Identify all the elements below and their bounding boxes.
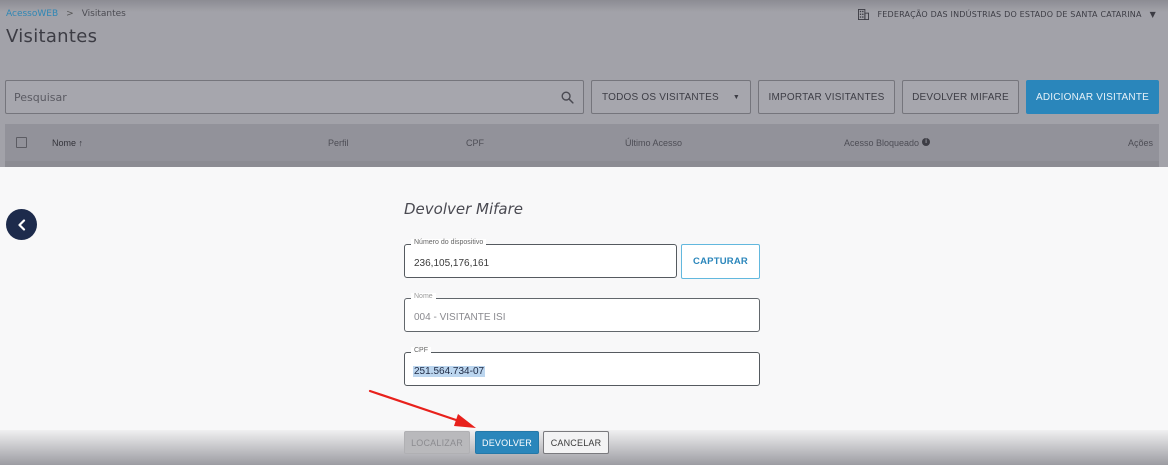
column-header-acesso-bloqueado[interactable]: Acesso Bloqueado i xyxy=(844,138,931,148)
search-input[interactable] xyxy=(6,81,583,113)
organization-selector[interactable]: FEDERAÇÃO DAS INDÚSTRIAS DO ESTADO DE SA… xyxy=(858,9,1156,20)
add-visitor-button[interactable]: ADICIONAR VISITANTE xyxy=(1026,80,1159,114)
filter-label: TODOS OS VISITANTES xyxy=(602,91,719,103)
cpf-label: CPF xyxy=(411,347,431,354)
column-header-perfil[interactable]: Perfil xyxy=(328,138,349,148)
return-button[interactable]: DEVOLVER xyxy=(475,431,539,454)
breadcrumb-separator: > xyxy=(66,9,74,19)
organization-name: FEDERAÇÃO DAS INDÚSTRIAS DO ESTADO DE SA… xyxy=(877,10,1142,19)
caret-down-icon: ▼ xyxy=(1149,10,1156,19)
modal-title: Devolver Mifare xyxy=(404,200,524,218)
name-field[interactable]: Nome 004 - VISITANTE ISI xyxy=(404,293,760,332)
column-header-acoes: Ações xyxy=(1127,138,1153,148)
visitor-filter-dropdown[interactable]: TODOS OS VISITANTES ▼ xyxy=(591,80,751,114)
cancel-button[interactable]: CANCELAR xyxy=(543,431,609,454)
device-number-value: 236,105,176,161 xyxy=(414,258,490,269)
building-icon xyxy=(858,9,870,20)
name-value: 004 - VISITANTE ISI xyxy=(414,312,506,323)
device-number-label: Número do dispositivo xyxy=(411,239,487,246)
breadcrumb: AcessoWEB > Visitantes xyxy=(6,9,126,19)
info-icon[interactable]: i xyxy=(922,138,931,146)
device-number-field[interactable]: Número do dispositivo 236,105,176,161 xyxy=(404,239,677,278)
locate-button[interactable]: LOCALIZAR xyxy=(404,431,470,454)
acesso-bloqueado-label: Acesso Bloqueado xyxy=(844,138,920,148)
back-button[interactable] xyxy=(6,209,37,240)
search-box xyxy=(5,80,584,114)
column-header-nome[interactable]: Nome ↑ xyxy=(52,138,83,148)
search-icon[interactable] xyxy=(561,91,574,104)
page-title: Visitantes xyxy=(6,26,98,47)
capture-button[interactable]: CAPTURAR xyxy=(681,244,760,279)
column-header-ultimo-acesso[interactable]: Último Acesso xyxy=(625,138,682,148)
column-header-cpf[interactable]: CPF xyxy=(466,138,484,148)
name-label: Nome xyxy=(411,293,436,300)
caret-down-icon: ▼ xyxy=(732,93,740,101)
background-page: AcessoWEB > Visitantes Visitantes FEDERA… xyxy=(0,0,1168,167)
import-visitors-button[interactable]: IMPORTAR VISITANTES xyxy=(758,80,895,114)
table-header: Nome ↑ Perfil CPF Último Acesso Acesso B… xyxy=(5,124,1159,161)
return-mifare-button[interactable]: DEVOLVER MIFARE xyxy=(902,80,1019,114)
select-all-checkbox[interactable] xyxy=(16,137,27,148)
cpf-value: 251.564.734-07 xyxy=(413,366,486,377)
breadcrumb-current: Visitantes xyxy=(81,9,126,19)
chevron-left-icon xyxy=(17,218,25,231)
breadcrumb-root-link[interactable]: AcessoWEB xyxy=(6,9,58,19)
cpf-field[interactable]: CPF 251.564.734-07 xyxy=(404,347,760,386)
